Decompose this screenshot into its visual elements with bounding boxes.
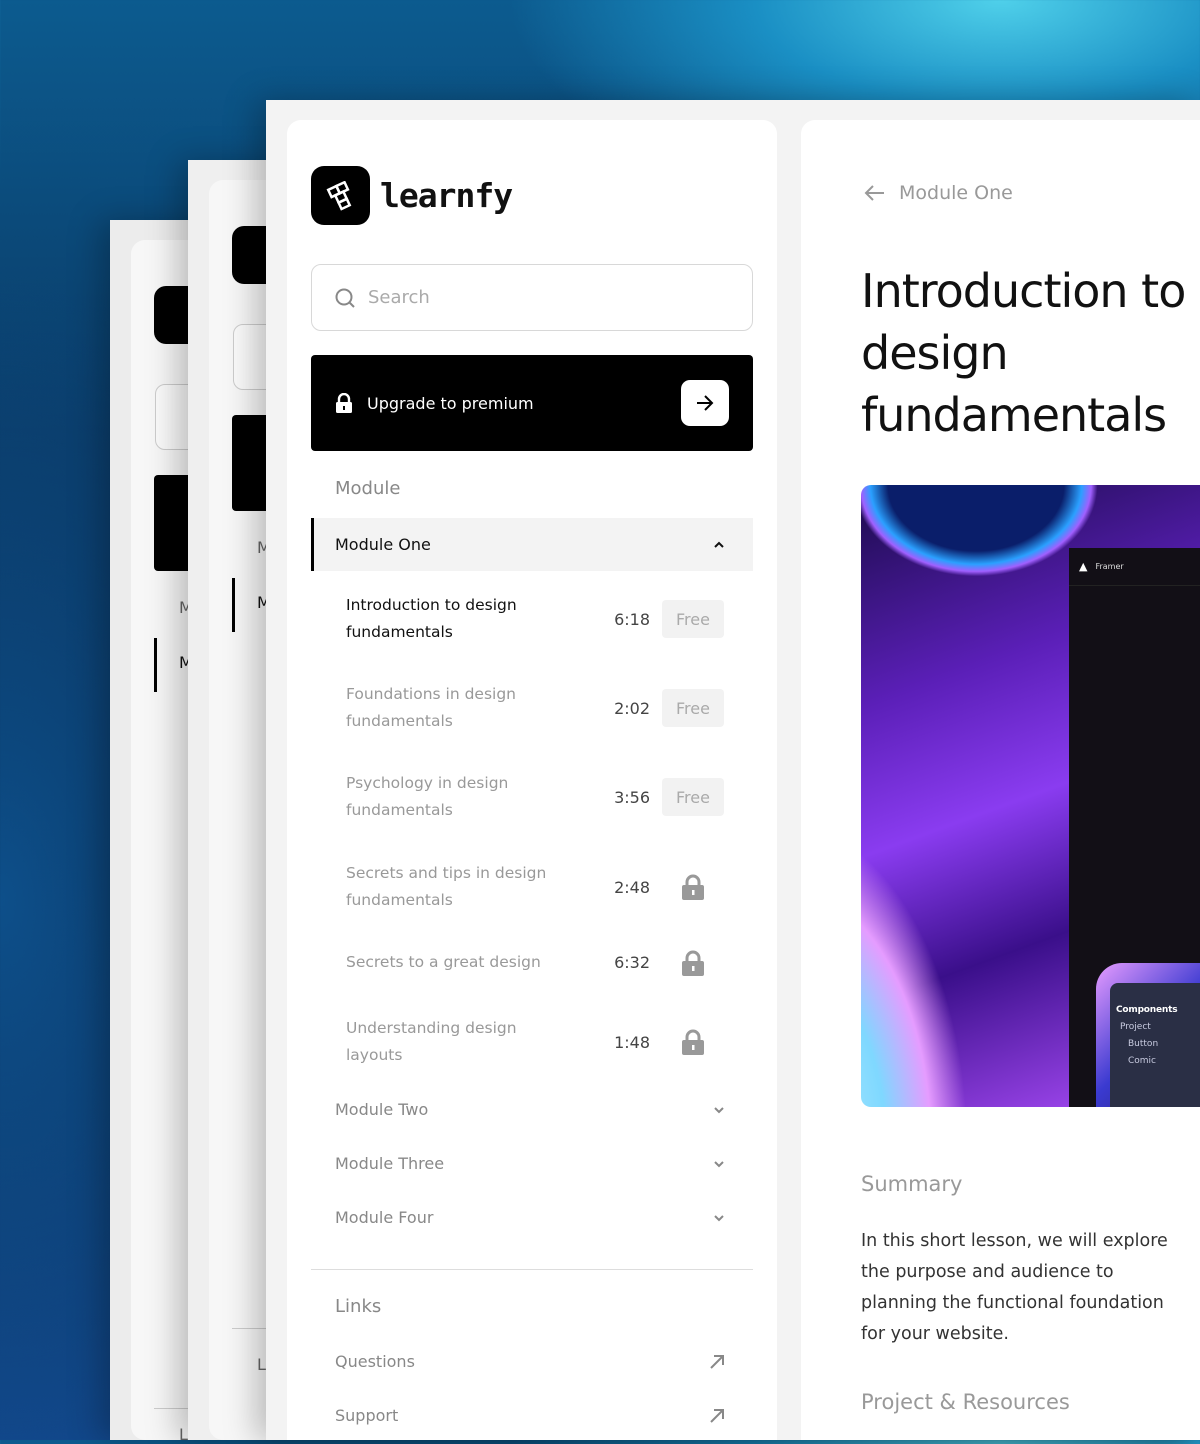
upgrade-label: Upgrade to premium	[367, 393, 534, 413]
lesson-item[interactable]: Secrets and tips in design fundamentals 2…	[346, 860, 736, 914]
module-heading: Module	[335, 478, 401, 499]
module-label: Module Four	[335, 1208, 434, 1227]
background-selection	[232, 578, 235, 632]
background-letter: L	[257, 1355, 266, 1374]
module-one-toggle[interactable]: Module One	[311, 518, 753, 571]
free-badge: Free	[662, 778, 724, 816]
lesson-video-thumbnail[interactable]: ▲ Framer Components Project Button Comic	[861, 485, 1200, 1107]
panel-item: Button	[1128, 1039, 1159, 1049]
lock-icon	[682, 950, 704, 976]
background-letter: L	[179, 1425, 188, 1444]
arrow-right-icon	[681, 380, 729, 426]
locked-indicator	[662, 874, 724, 900]
link-label: Support	[335, 1406, 399, 1425]
links-heading: Links	[335, 1296, 382, 1317]
framer-logo-icon: ▲	[1079, 560, 1088, 573]
lesson-title: Foundations in design fundamentals	[346, 685, 517, 730]
app-name: Framer	[1095, 562, 1124, 571]
external-link-icon	[710, 1408, 724, 1423]
lesson-content: Module One Introduction to design fundam…	[801, 120, 1200, 1440]
lesson-title: Secrets to a great design	[346, 953, 541, 971]
link-support[interactable]: Support	[335, 1406, 725, 1425]
summary-text: In this short lesson, we will explore th…	[861, 1231, 1168, 1344]
chevron-down-icon	[714, 1214, 724, 1221]
back-link[interactable]: Module One	[863, 182, 1013, 204]
lesson-duration: 6:18	[614, 609, 650, 629]
panel-heading: Components	[1116, 1005, 1178, 1015]
module-two-toggle[interactable]: Module Two	[335, 1100, 725, 1119]
components-panel: Components Project Button Comic	[1096, 963, 1200, 1107]
lesson-title: Introduction to design fundamentals	[861, 264, 1186, 442]
lesson-title: Secrets and tips in design fundamentals	[346, 864, 547, 909]
lesson-duration: 1:48	[614, 1032, 650, 1052]
module-label: Module One	[335, 535, 431, 554]
chevron-down-icon	[714, 1160, 724, 1167]
arrow-left-icon	[864, 185, 884, 201]
lesson-duration: 2:02	[614, 698, 650, 718]
free-badge: Free	[662, 600, 724, 638]
lesson-item[interactable]: Secrets to a great design 6:32	[346, 949, 736, 976]
back-label: Module One	[899, 182, 1013, 204]
lesson-title: Psychology in design fundamentals	[346, 774, 509, 819]
lesson-item[interactable]: Psychology in design fundamentals 3:56 Fre…	[346, 770, 736, 824]
lesson-item[interactable]: Introduction to design fundamentals 6:18 F…	[346, 592, 736, 646]
panel-item: Project	[1120, 1022, 1151, 1032]
lesson-item[interactable]: Foundations in design fundamentals 2:02 Fr…	[346, 681, 736, 735]
logo[interactable]: learnfy	[311, 166, 513, 225]
search-icon	[335, 288, 355, 308]
module-label: Module Two	[335, 1100, 429, 1119]
chevron-down-icon	[714, 1106, 724, 1113]
locked-indicator	[662, 1029, 724, 1055]
lock-icon	[682, 1029, 704, 1055]
lock-icon	[682, 874, 704, 900]
search-input[interactable]	[368, 287, 708, 308]
brand-name: learnfy	[380, 176, 513, 215]
locked-indicator	[662, 950, 724, 976]
module-three-toggle[interactable]: Module Three	[335, 1154, 725, 1173]
app-window: learnfy Upgrade to premium Module Module…	[266, 100, 1200, 1440]
module-four-toggle[interactable]: Module Four	[335, 1208, 725, 1227]
lesson-item[interactable]: Understanding design layouts 1:48	[346, 1015, 736, 1069]
lesson-duration: 2:48	[614, 877, 650, 897]
link-label: Questions	[335, 1352, 415, 1371]
logo-icon	[311, 166, 370, 225]
chevron-up-icon	[714, 541, 724, 548]
module-label: Module Three	[335, 1154, 445, 1173]
lesson-title: Introduction to design fundamentals	[346, 596, 517, 641]
summary-heading: Summary	[861, 1172, 963, 1196]
link-questions[interactable]: Questions	[335, 1352, 725, 1371]
panel-item: Comic	[1128, 1056, 1157, 1066]
upgrade-button[interactable]: Upgrade to premium	[311, 355, 753, 451]
lesson-duration: 3:56	[614, 787, 650, 807]
lock-icon	[336, 393, 352, 413]
sidebar: learnfy Upgrade to premium Module Module…	[287, 120, 777, 1440]
background-selection	[154, 638, 157, 692]
divider	[311, 1269, 753, 1270]
external-link-icon	[710, 1354, 724, 1369]
resources-heading: Project & Resources	[861, 1390, 1070, 1414]
free-badge: Free	[662, 689, 724, 727]
lesson-title: Understanding design layouts	[346, 1019, 517, 1064]
search-box[interactable]	[311, 264, 753, 331]
lesson-duration: 6:32	[614, 953, 650, 972]
